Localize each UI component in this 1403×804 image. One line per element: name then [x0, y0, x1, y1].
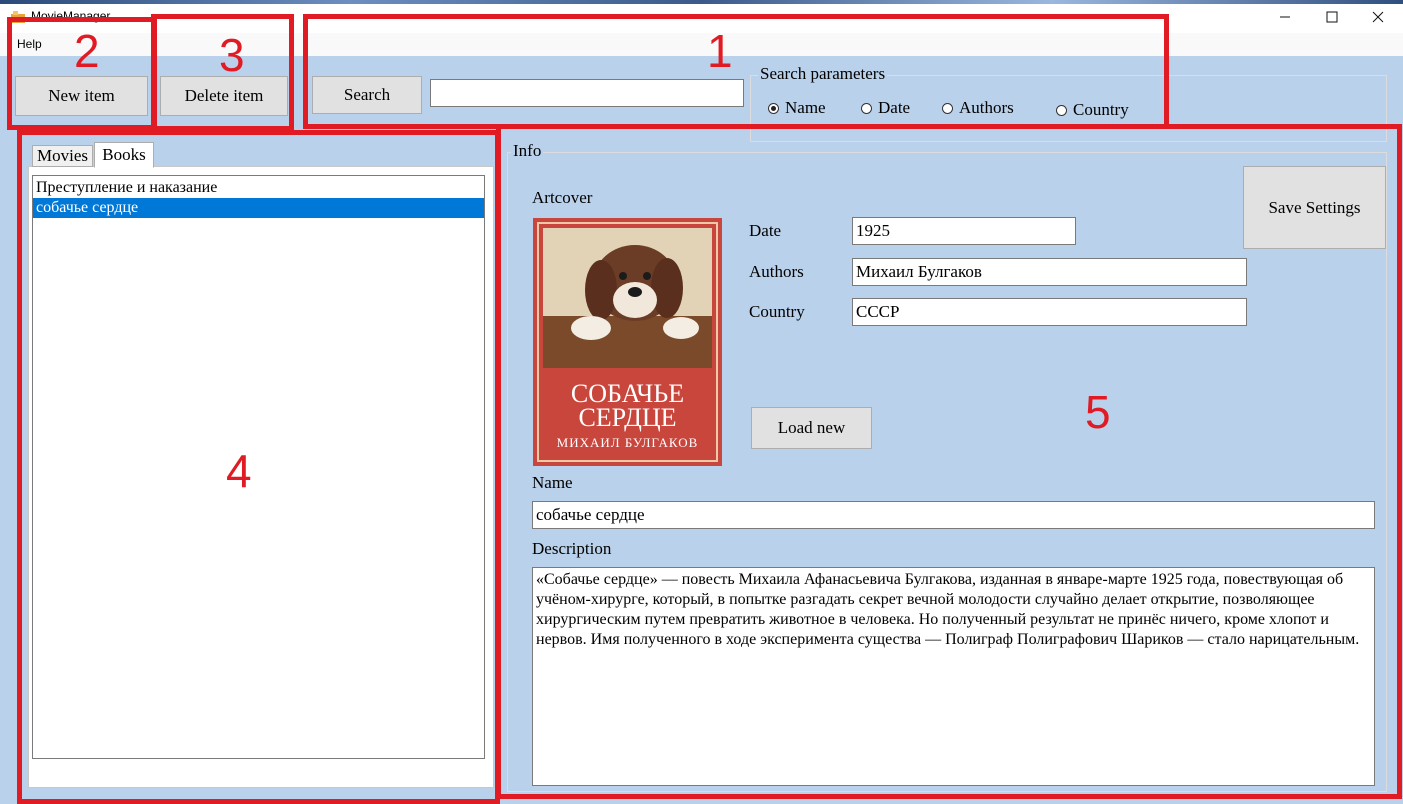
- desktop-strip: [0, 0, 1403, 4]
- maximize-icon[interactable]: [1309, 0, 1355, 33]
- annotation-number-1: 1: [707, 25, 733, 77]
- minimize-icon[interactable]: [1262, 0, 1308, 33]
- close-icon[interactable]: [1355, 0, 1401, 33]
- annotation-number-2: 2: [74, 25, 100, 77]
- annotation-number-3: 3: [219, 29, 245, 81]
- annotation-box-1: [303, 14, 1169, 129]
- annotation-box-5: [496, 124, 1402, 799]
- annotation-number-4: 4: [226, 445, 252, 497]
- annotation-number-5: 5: [1085, 386, 1111, 438]
- annotation-box-4: [17, 130, 500, 804]
